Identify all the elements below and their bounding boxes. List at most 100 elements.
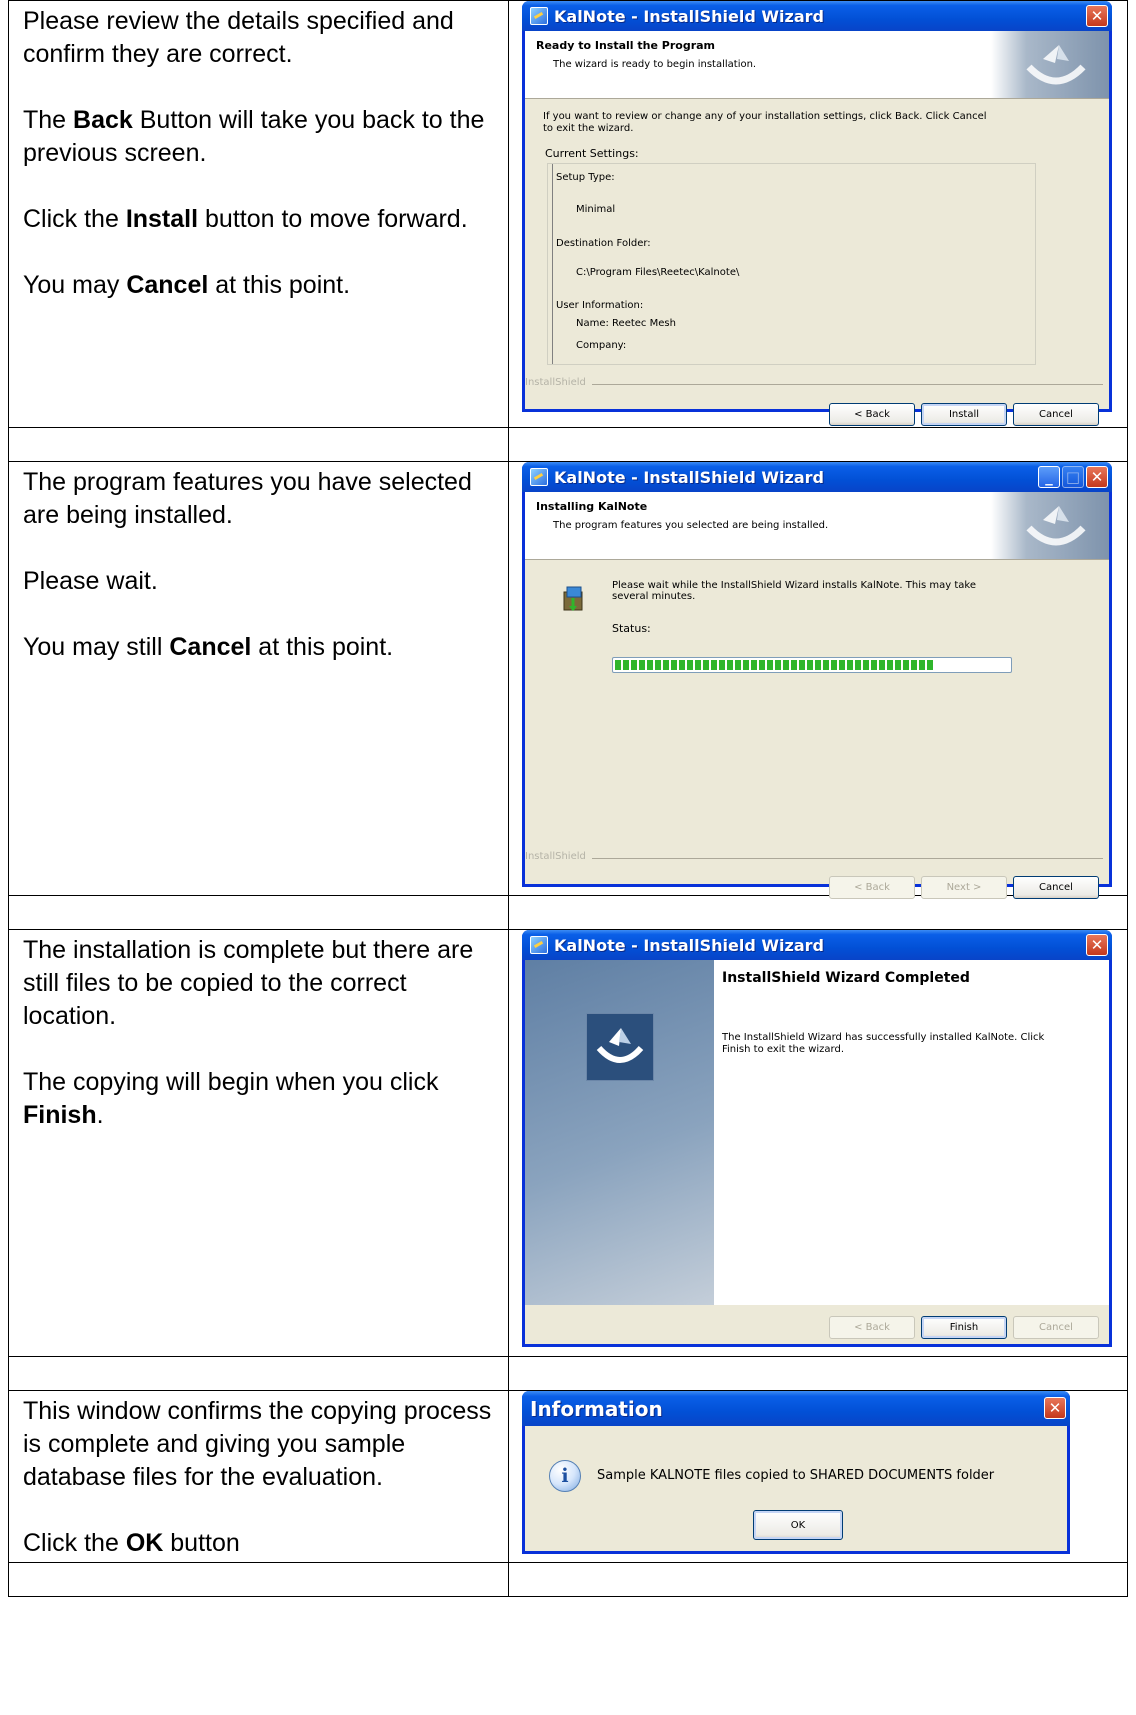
header-title: Installing KalNote <box>536 500 648 513</box>
instruction-run: The program features you have selected a… <box>23 468 472 529</box>
wizard-window-ready-to-install: KalNote - InstallShield Wizard ✕ Ready t… <box>522 1 1112 426</box>
header-title: Ready to Install the Program <box>536 39 716 52</box>
wizard-window-completed: KalNote - InstallShield Wizard ✕ Install… <box>522 930 1112 1347</box>
destination-value: C:\Program Files\Reetec\Kalnote\ <box>576 267 740 278</box>
instruction-paragraph: You may Cancel at this point. <box>23 269 494 302</box>
instruction-paragraph: Click the OK button <box>23 1527 494 1560</box>
instruction-paragraph: The copying will begin when you click Fi… <box>23 1066 494 1132</box>
destination-label: Destination Folder: <box>556 238 651 249</box>
window-title: KalNote - InstallShield Wizard <box>554 935 824 955</box>
instruction-run: Please wait. <box>23 567 158 595</box>
instruction-run: The copying will begin when you click <box>23 1068 439 1096</box>
instruction-run: Click the <box>23 1529 126 1557</box>
progress-bar-fill <box>615 660 935 670</box>
installshield-brand: InstallShield <box>525 851 592 862</box>
cancel-button[interactable]: Cancel <box>1013 876 1099 899</box>
user-info-label: User Information: <box>556 300 644 311</box>
title-bar: KalNote - InstallShield Wizard ✕ <box>522 1 1112 31</box>
finish-button[interactable]: Finish <box>921 1316 1007 1339</box>
maximize-icon: □ <box>1062 466 1084 488</box>
title-bar: KalNote - InstallShield Wizard _ □ ✕ <box>522 462 1112 492</box>
wizard-header: Installing KalNote The program features … <box>525 492 1109 560</box>
close-icon[interactable]: ✕ <box>1086 934 1108 956</box>
completion-panel: InstallShield Wizard Completed The Insta… <box>714 960 1109 1305</box>
user-company: Company: <box>576 340 627 351</box>
installshield-logo-icon <box>991 31 1109 98</box>
title-bar: KalNote - InstallShield Wizard ✕ <box>522 930 1112 960</box>
instruction-run: . <box>96 1101 104 1129</box>
settings-scroll-edge <box>552 164 553 364</box>
instruction-text: The program features you have selected a… <box>9 462 508 664</box>
instruction-paragraph: The Back Button will take you back to th… <box>23 104 494 170</box>
dialog-title: Information <box>530 1396 663 1421</box>
instruction-run: The <box>23 106 74 134</box>
instruction-run: at this point. <box>208 271 351 299</box>
window-title: KalNote - InstallShield Wizard <box>554 6 824 26</box>
setup-type-value: Minimal <box>576 204 616 215</box>
instruction-paragraph: You may still Cancel at this point. <box>23 631 494 664</box>
close-icon[interactable]: ✕ <box>1086 466 1108 488</box>
installer-app-icon <box>530 936 548 954</box>
completed-heading: InstallShield Wizard Completed <box>722 970 970 986</box>
setup-type-label: Setup Type: <box>556 172 615 183</box>
instruction-emphasis: OK <box>125 1529 164 1557</box>
completed-message: The InstallShield Wizard has successfull… <box>722 1032 1045 1043</box>
instruction-paragraph: Click the Install button to move forward… <box>23 203 494 236</box>
installshield-brand: InstallShield <box>525 377 592 388</box>
completed-message: Finish to exit the wizard. <box>722 1044 845 1055</box>
instruction-emphasis: Cancel <box>126 271 209 299</box>
intro-text: If you want to review or change any of y… <box>543 111 987 122</box>
instruction-run: You may still <box>23 633 170 661</box>
instruction-run: button to move forward. <box>198 205 468 233</box>
installshield-logo-icon <box>587 1014 653 1080</box>
progress-bar <box>612 657 1012 673</box>
instruction-emphasis: Install <box>125 205 199 233</box>
instruction-emphasis: Finish <box>23 1101 97 1129</box>
installer-app-icon <box>530 468 548 486</box>
title-bar: Information ✕ <box>522 1391 1070 1426</box>
instruction-run: Click the <box>23 205 126 233</box>
instruction-text: The installation is complete but there a… <box>9 930 508 1132</box>
instruction-text: Please review the details specified and … <box>9 1 508 302</box>
close-icon[interactable]: ✕ <box>1044 1397 1066 1419</box>
installer-app-icon <box>530 7 548 25</box>
instruction-paragraph: This window confirms the copying process… <box>23 1395 494 1494</box>
window-title: KalNote - InstallShield Wizard <box>554 467 824 487</box>
user-name: Name: Reetec Mesh <box>576 318 676 329</box>
instruction-run: The installation is complete but there a… <box>23 936 474 1030</box>
next-button: Next > <box>921 876 1007 899</box>
ok-button[interactable]: OK <box>753 1510 843 1540</box>
intro-text: to exit the wizard. <box>543 123 634 134</box>
wizard-side-banner <box>525 960 714 1305</box>
back-button: < Back <box>829 876 915 899</box>
instruction-run: You may <box>23 271 127 299</box>
back-button: < Back <box>829 1316 915 1339</box>
install-package-icon <box>561 584 587 614</box>
dialog-message: Sample KALNOTE files copied to SHARED DO… <box>597 1468 995 1483</box>
wizard-header: Ready to Install the Program The wizard … <box>525 31 1109 99</box>
instruction-paragraph: Please wait. <box>23 565 494 598</box>
instruction-text: This window confirms the copying process… <box>9 1391 508 1560</box>
minimize-icon[interactable]: _ <box>1038 466 1060 488</box>
information-icon: i <box>549 1460 581 1492</box>
instruction-emphasis: Back <box>73 106 133 134</box>
cancel-button: Cancel <box>1013 1316 1099 1339</box>
install-button[interactable]: Install <box>921 403 1007 426</box>
status-label: Status: <box>612 622 651 635</box>
close-icon[interactable]: ✕ <box>1086 5 1108 27</box>
back-button[interactable]: < Back <box>829 403 915 426</box>
instruction-paragraph: Please review the details specified and … <box>23 5 494 71</box>
information-dialog: Information ✕ i Sample KALNOTE files cop… <box>522 1391 1070 1554</box>
settings-summary-box[interactable]: Setup Type: Minimal Destination Folder: … <box>547 163 1036 365</box>
cancel-button[interactable]: Cancel <box>1013 403 1099 426</box>
current-settings-label: Current Settings: <box>545 147 639 160</box>
instruction-paragraph: The program features you have selected a… <box>23 466 494 532</box>
wizard-window-installing: KalNote - InstallShield Wizard _ □ ✕ Ins… <box>522 462 1112 899</box>
header-subtitle: The program features you selected are be… <box>553 520 829 531</box>
instruction-run: This window confirms the copying process… <box>23 1397 492 1491</box>
instruction-run: Please review the details specified and … <box>23 7 454 68</box>
install-message: Please wait while the InstallShield Wiza… <box>612 580 976 591</box>
instruction-run: at this point. <box>251 633 394 661</box>
instruction-emphasis: Cancel <box>169 633 252 661</box>
instruction-paragraph: The installation is complete but there a… <box>23 934 494 1033</box>
